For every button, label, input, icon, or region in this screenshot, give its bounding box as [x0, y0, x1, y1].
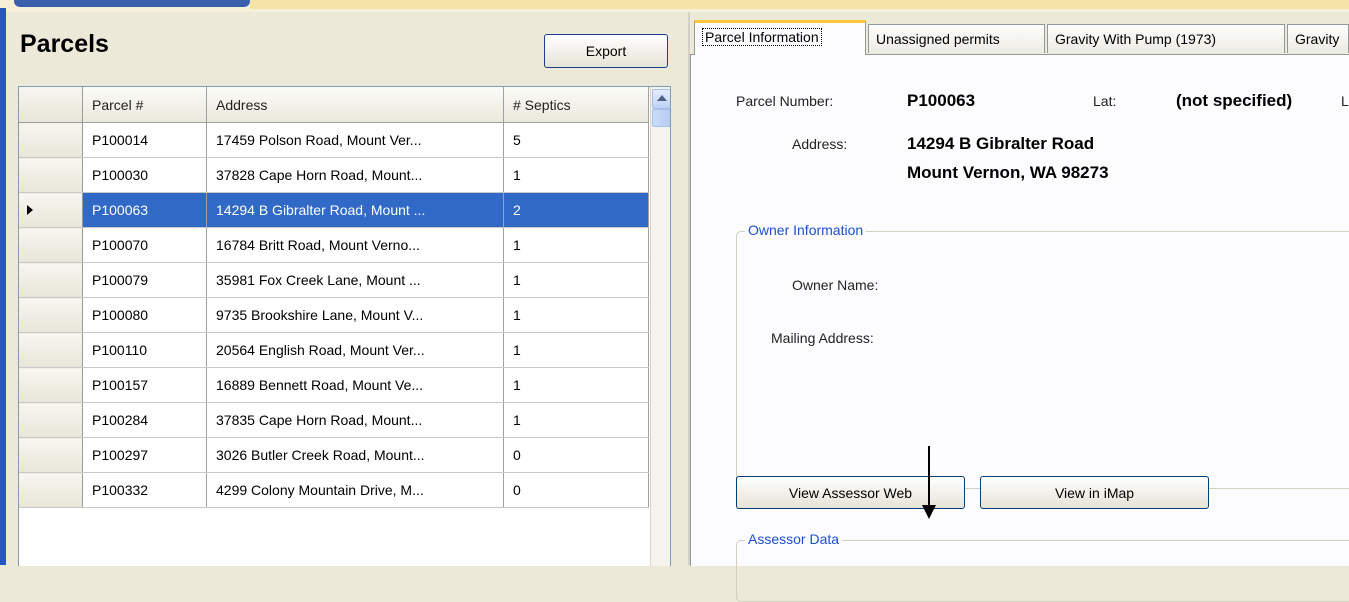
- table-row[interactable]: P100014 17459 Polson Road, Mount Ver... 5: [19, 122, 649, 158]
- table-row[interactable]: P100079 35981 Fox Creek Lane, Mount ... 1: [19, 262, 649, 298]
- tab-unassigned-permits[interactable]: Unassigned permits: [868, 24, 1045, 53]
- lat-value: (not specified): [1176, 91, 1293, 110]
- row-header[interactable]: [19, 472, 83, 508]
- current-row-indicator-icon: [27, 205, 33, 215]
- cell-parcel-number[interactable]: P100297: [82, 437, 207, 473]
- parcels-grid[interactable]: Parcel # Address # Septics P100014 17459 …: [18, 86, 671, 566]
- parcel-information-page: Parcel Number: P100063 Lat: (not specifi…: [690, 54, 1349, 602]
- title-bar-fragment: [14, 0, 250, 7]
- cell-parcel-number[interactable]: P100014: [82, 122, 207, 158]
- row-header[interactable]: [19, 122, 83, 158]
- owner-group-title: Owner Information: [745, 222, 867, 238]
- cell-septics-count[interactable]: 0: [503, 472, 649, 508]
- column-header-septics[interactable]: # Septics: [503, 87, 649, 123]
- panel-title: Parcels: [20, 30, 109, 58]
- parcel-number-label: Parcel Number:: [736, 93, 834, 109]
- parcels-table: Parcel # Address # Septics P100014 17459 …: [19, 87, 649, 508]
- cell-septics-count[interactable]: 1: [503, 157, 649, 193]
- cell-parcel-number[interactable]: P100030: [82, 157, 207, 193]
- scroll-up-arrow-icon[interactable]: [652, 89, 670, 109]
- address-line-1: 14294 B Gibralter Road: [907, 134, 1095, 153]
- row-header[interactable]: [19, 332, 83, 368]
- cell-address[interactable]: 16784 Britt Road, Mount Verno...: [206, 227, 504, 263]
- annotation-arrow-head-icon: [922, 505, 936, 519]
- owner-information-group: Owner Information Owner Name: Mailing Ad…: [736, 222, 1349, 489]
- owner-name-label: Owner Name:: [792, 277, 879, 293]
- vertical-scrollbar[interactable]: [650, 87, 670, 566]
- tab-parcel-information[interactable]: Parcel Information: [694, 20, 866, 55]
- cell-parcel-number[interactable]: P100332: [82, 472, 207, 508]
- cell-septics-count[interactable]: 1: [503, 297, 649, 333]
- cell-address[interactable]: 3026 Butler Creek Road, Mount...: [206, 437, 504, 473]
- cell-address[interactable]: 37828 Cape Horn Road, Mount...: [206, 157, 504, 193]
- cell-address[interactable]: 17459 Polson Road, Mount Ver...: [206, 122, 504, 158]
- cell-septics-count[interactable]: 5: [503, 122, 649, 158]
- annotation-arrow-shaft: [928, 446, 930, 506]
- column-header-parcel[interactable]: Parcel #: [82, 87, 207, 123]
- mailing-address-label: Mailing Address:: [771, 330, 874, 346]
- cell-address[interactable]: 9735 Brookshire Lane, Mount V...: [206, 297, 504, 333]
- cell-address[interactable]: 37835 Cape Horn Road, Mount...: [206, 402, 504, 438]
- cell-septics-count[interactable]: 2: [503, 192, 649, 228]
- row-header[interactable]: [19, 367, 83, 403]
- table-row[interactable]: P100157 16889 Bennett Road, Mount Ve... 1: [19, 367, 649, 403]
- cell-address[interactable]: 4299 Colony Mountain Drive, M...: [206, 472, 504, 508]
- cell-parcel-number[interactable]: P100284: [82, 402, 207, 438]
- assessor-data-group: Assessor Data: [736, 531, 1349, 602]
- tab-gravity-with-pump[interactable]: Gravity With Pump (1973): [1047, 24, 1285, 53]
- row-header[interactable]: [19, 402, 83, 438]
- cell-parcel-number[interactable]: P100063: [82, 192, 207, 228]
- grid-body: P100014 17459 Polson Road, Mount Ver... 5 P…: [19, 122, 649, 508]
- table-row[interactable]: P100030 37828 Cape Horn Road, Mount... 1: [19, 157, 649, 193]
- export-button[interactable]: Export: [544, 34, 668, 68]
- cell-septics-count[interactable]: 1: [503, 332, 649, 368]
- row-header-corner[interactable]: [19, 87, 83, 123]
- address-line-2: Mount Vernon, WA 98273: [907, 163, 1109, 182]
- cell-septics-count[interactable]: 0: [503, 437, 649, 473]
- lon-label: L: [1341, 93, 1349, 109]
- lat-label: Lat:: [1093, 93, 1117, 109]
- view-in-imap-button[interactable]: View in iMap: [980, 476, 1209, 509]
- cell-address[interactable]: 35981 Fox Creek Lane, Mount ...: [206, 262, 504, 298]
- cell-address[interactable]: 20564 English Road, Mount Ver...: [206, 332, 504, 368]
- title-bar-highlight: [250, 0, 1349, 9]
- cell-parcel-number[interactable]: P100079: [82, 262, 207, 298]
- table-row[interactable]: P100063 14294 B Gibralter Road, Mount ...…: [19, 192, 649, 228]
- scroll-thumb[interactable]: [652, 109, 670, 127]
- cell-parcel-number[interactable]: P100070: [82, 227, 207, 263]
- address-label: Address:: [792, 136, 848, 152]
- assessor-group-title: Assessor Data: [745, 531, 843, 547]
- cell-parcel-number[interactable]: P100110: [82, 332, 207, 368]
- header-row: Parcel # Address # Septics: [19, 87, 649, 123]
- cell-address[interactable]: 16889 Bennett Road, Mount Ve...: [206, 367, 504, 403]
- table-row[interactable]: P100110 20564 English Road, Mount Ver... 1: [19, 332, 649, 368]
- row-header[interactable]: [19, 437, 83, 473]
- window-top-strip: [0, 0, 1349, 12]
- column-header-address[interactable]: Address: [206, 87, 504, 123]
- row-header[interactable]: [19, 192, 83, 228]
- cell-parcel-number[interactable]: P100157: [82, 367, 207, 403]
- row-header[interactable]: [19, 262, 83, 298]
- table-row[interactable]: P100284 37835 Cape Horn Road, Mount... 1: [19, 402, 649, 438]
- tab-gravity[interactable]: Gravity: [1287, 24, 1349, 53]
- row-header[interactable]: [19, 227, 83, 263]
- table-row[interactable]: P100297 3026 Butler Creek Road, Mount... 0: [19, 437, 649, 473]
- cell-parcel-number[interactable]: P100080: [82, 297, 207, 333]
- table-row[interactable]: P100332 4299 Colony Mountain Drive, M... 0: [19, 472, 649, 508]
- table-row[interactable]: P100080 9735 Brookshire Lane, Mount V... 1: [19, 297, 649, 333]
- tab-strip: Parcel Information Unassigned permits Gr…: [690, 20, 1349, 55]
- table-row[interactable]: P100070 16784 Britt Road, Mount Verno... 1: [19, 227, 649, 263]
- cell-address[interactable]: 14294 B Gibralter Road, Mount ...: [206, 192, 504, 228]
- cell-septics-count[interactable]: 1: [503, 262, 649, 298]
- row-header[interactable]: [19, 157, 83, 193]
- cell-septics-count[interactable]: 1: [503, 402, 649, 438]
- cell-septics-count[interactable]: 1: [503, 227, 649, 263]
- cell-septics-count[interactable]: 1: [503, 367, 649, 403]
- row-header[interactable]: [19, 297, 83, 333]
- parcel-number-value: P100063: [907, 91, 976, 110]
- tab-label: Parcel Information: [702, 28, 822, 46]
